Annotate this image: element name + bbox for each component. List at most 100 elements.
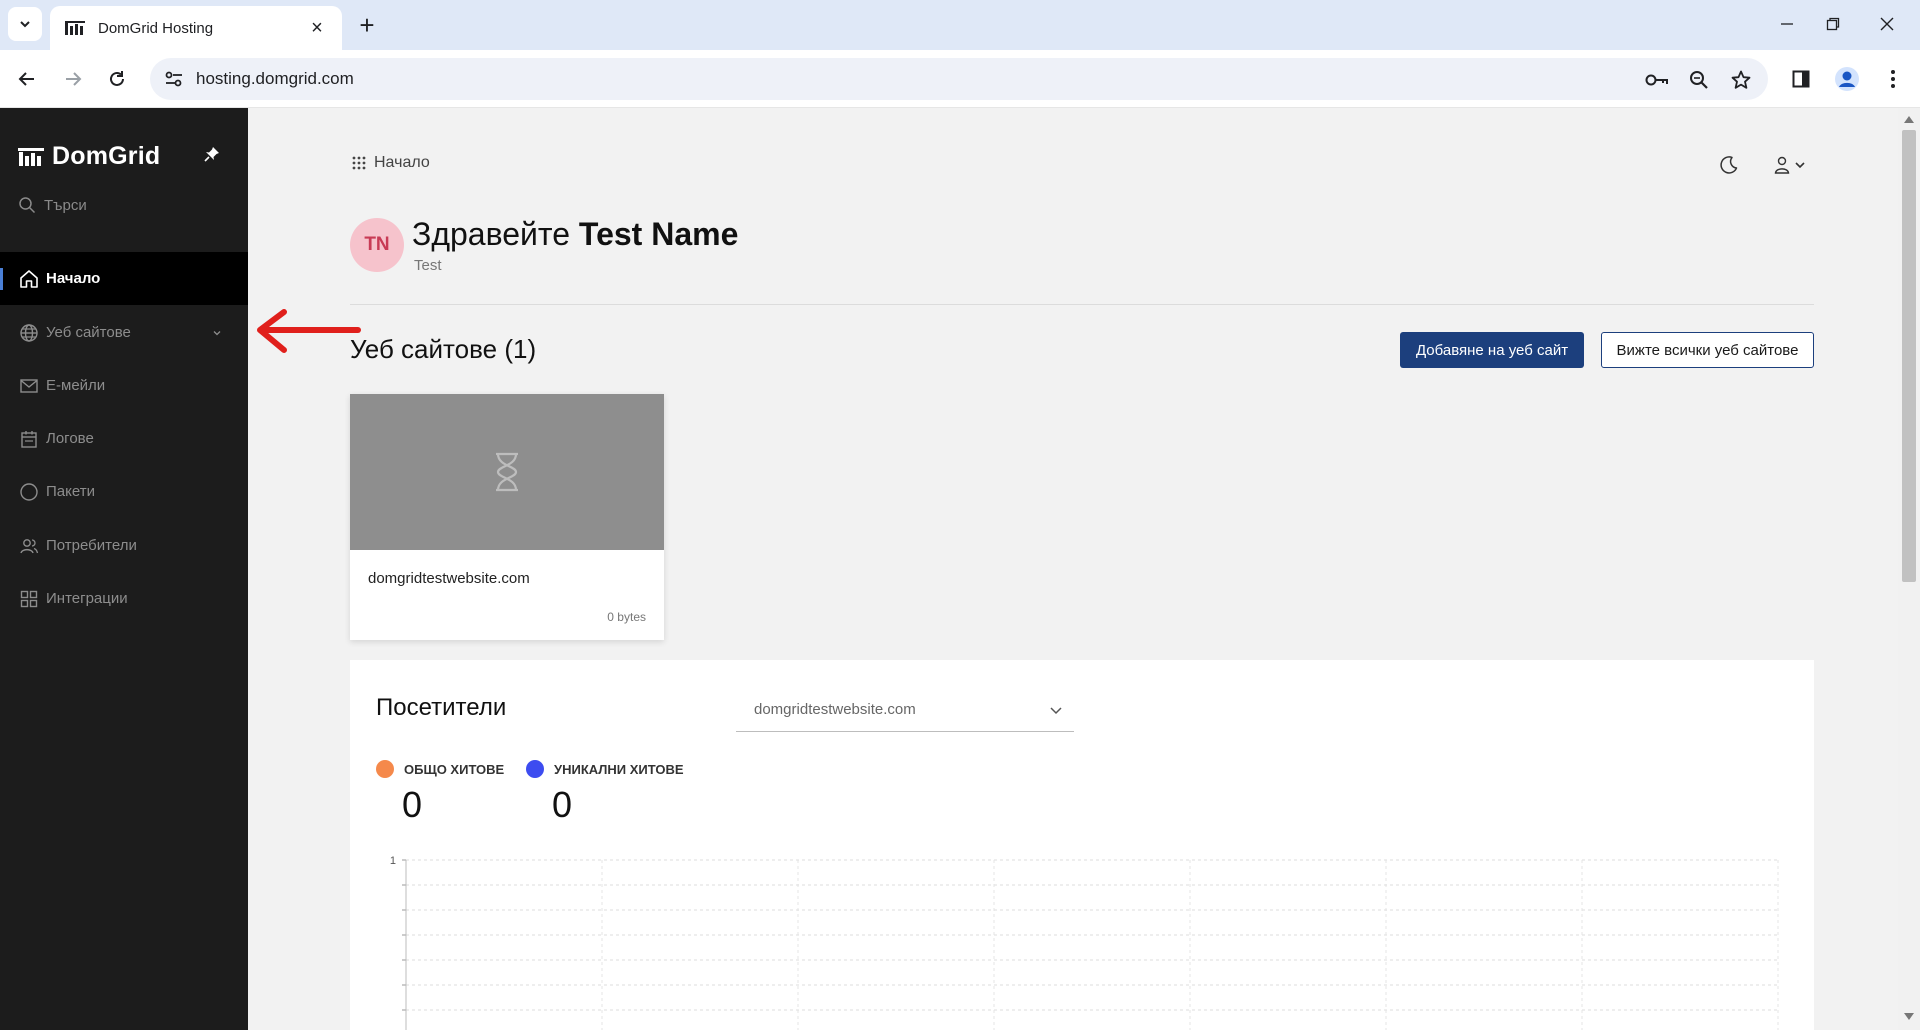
visitors-chart: 1 (390, 855, 1779, 1030)
scroll-up-icon[interactable] (1903, 114, 1915, 124)
pin-icon (204, 147, 219, 162)
url-text: hosting.domgrid.com (196, 69, 354, 88)
tab-title: DomGrid Hosting (98, 19, 214, 37)
bookmark-star-icon[interactable] (1728, 67, 1754, 93)
restore-button[interactable] (1808, 6, 1858, 42)
view-all-websites-button[interactable]: Вижте всички уеб сайтове (1601, 332, 1814, 368)
browser-tabstrip: DomGrid Hosting × + (0, 0, 1920, 50)
chevron-down-icon (20, 21, 30, 28)
user-subtitle: Test (414, 257, 442, 274)
user-menu-button[interactable] (1770, 150, 1810, 180)
tab-close-icon[interactable]: × (306, 17, 328, 39)
greeting-prefix: Здравейте (412, 216, 570, 252)
sidebar-item-label: Е-мейли (46, 377, 106, 394)
sidebar-item-integrations[interactable]: Интеграции (0, 572, 248, 625)
domgrid-favicon-icon (64, 19, 86, 37)
legend-label: ОБЩО ХИТОВЕ (404, 761, 505, 777)
moon-icon (1720, 156, 1738, 174)
tab-search-button[interactable] (8, 7, 42, 41)
profile-button[interactable] (1830, 62, 1864, 96)
website-size: 0 bytes (607, 610, 646, 624)
sidebar-item-emails[interactable]: Е-мейли (0, 359, 248, 412)
close-icon (1880, 17, 1894, 31)
divider (350, 304, 1814, 305)
sidebar-item-label: Потребители (46, 537, 137, 554)
user-icon (1774, 156, 1789, 174)
users-icon (18, 535, 40, 557)
browser-tab[interactable]: DomGrid Hosting × (50, 6, 342, 50)
forward-button[interactable] (56, 62, 90, 96)
grid-icon (18, 588, 40, 610)
reload-button[interactable] (100, 62, 134, 96)
visitors-title: Посетители (376, 694, 507, 721)
zoom-icon[interactable] (1686, 67, 1712, 93)
new-tab-button[interactable]: + (352, 10, 382, 40)
brand-logo[interactable]: DomGrid (18, 142, 160, 171)
side-panel-icon (1792, 70, 1810, 88)
apps-grid-icon (352, 156, 366, 170)
chevron-down-icon (213, 331, 221, 336)
restore-icon (1826, 17, 1840, 31)
sidebar-item-label: Интеграции (46, 590, 128, 607)
sidebar-item-users[interactable]: Потребители (0, 519, 248, 572)
breadcrumb-label: Начало (374, 154, 430, 171)
scrollbar-thumb[interactable] (1902, 130, 1916, 582)
domgrid-logo-icon (18, 147, 44, 166)
sidebar-item-label: Уеб сайтове (46, 324, 131, 341)
key-icon[interactable] (1644, 67, 1670, 93)
legend-dot-total (376, 760, 394, 778)
search-icon (19, 197, 36, 214)
profile-avatar-icon (1835, 67, 1859, 91)
close-window-button[interactable] (1862, 6, 1912, 42)
page-scrollbar[interactable] (1898, 108, 1920, 1030)
theme-toggle-button[interactable] (1714, 150, 1744, 180)
total-hits-value: 0 (402, 784, 423, 825)
chevron-down-icon (1050, 707, 1062, 715)
globe-icon (18, 322, 40, 344)
back-button[interactable] (10, 62, 44, 96)
legend-unique-hits[interactable]: УНИКАЛНИ ХИТОВЕ (526, 760, 684, 778)
websites-section-title: Уеб сайтове (1) (350, 334, 536, 365)
legend-label: УНИКАЛНИ ХИТОВЕ (554, 761, 684, 777)
sidebar-item-label: Начало (46, 270, 101, 287)
pin-sidebar-button[interactable] (202, 144, 222, 164)
scroll-down-icon[interactable] (1903, 1012, 1915, 1022)
sidebar-item-label: Логове (46, 430, 94, 447)
side-panel-button[interactable] (1784, 62, 1818, 96)
websites-title: Уеб сайтове (350, 334, 498, 364)
website-select-value: domgridtestwebsite.com (754, 701, 916, 718)
sidebar-item-logs[interactable]: Логове (0, 412, 248, 465)
hourglass-icon (496, 452, 518, 492)
avatar: TN (350, 218, 404, 272)
circle-icon (18, 481, 40, 503)
minimize-icon (1781, 23, 1793, 25)
sidebar: DomGrid Търси Начало Уеб сайтове Е-мейли… (0, 108, 248, 1030)
brand-name: DomGrid (52, 142, 161, 170)
address-bar[interactable]: hosting.domgrid.com (150, 58, 1768, 100)
website-card[interactable]: domgridtestwebsite.com 0 bytes (350, 394, 664, 640)
mail-icon (18, 375, 40, 397)
websites-count: (1) (504, 334, 537, 364)
legend-dot-unique (526, 760, 544, 778)
breadcrumb[interactable]: Начало (352, 154, 430, 172)
minimize-button[interactable] (1762, 6, 1812, 42)
more-vertical-icon (1891, 70, 1895, 88)
browser-menu-button[interactable] (1876, 62, 1910, 96)
site-settings-icon[interactable] (162, 67, 186, 91)
website-select[interactable]: domgridtestwebsite.com (736, 686, 1074, 732)
calendar-icon (18, 428, 40, 450)
sidebar-search[interactable]: Търси (18, 196, 87, 214)
sidebar-search-label: Търси (44, 196, 87, 214)
main-content: Начало TN Здравейте Test Name Test Уеб с… (248, 108, 1898, 1030)
website-thumbnail (350, 394, 664, 550)
legend-total-hits[interactable]: ОБЩО ХИТОВЕ (376, 760, 504, 778)
sidebar-item-home[interactable]: Начало (0, 252, 248, 305)
arrow-left-icon (18, 72, 34, 86)
add-website-button[interactable]: Добавяне на уеб сайт (1400, 332, 1584, 368)
sidebar-item-packages[interactable]: Пакети (0, 465, 248, 518)
reload-icon (110, 71, 124, 86)
home-icon (18, 268, 40, 290)
sidebar-item-websites[interactable]: Уеб сайтове (0, 306, 248, 359)
chevron-down-icon (1794, 162, 1805, 169)
visitors-panel: Посетители domgridtestwebsite.com ОБЩО Х… (350, 660, 1814, 1030)
